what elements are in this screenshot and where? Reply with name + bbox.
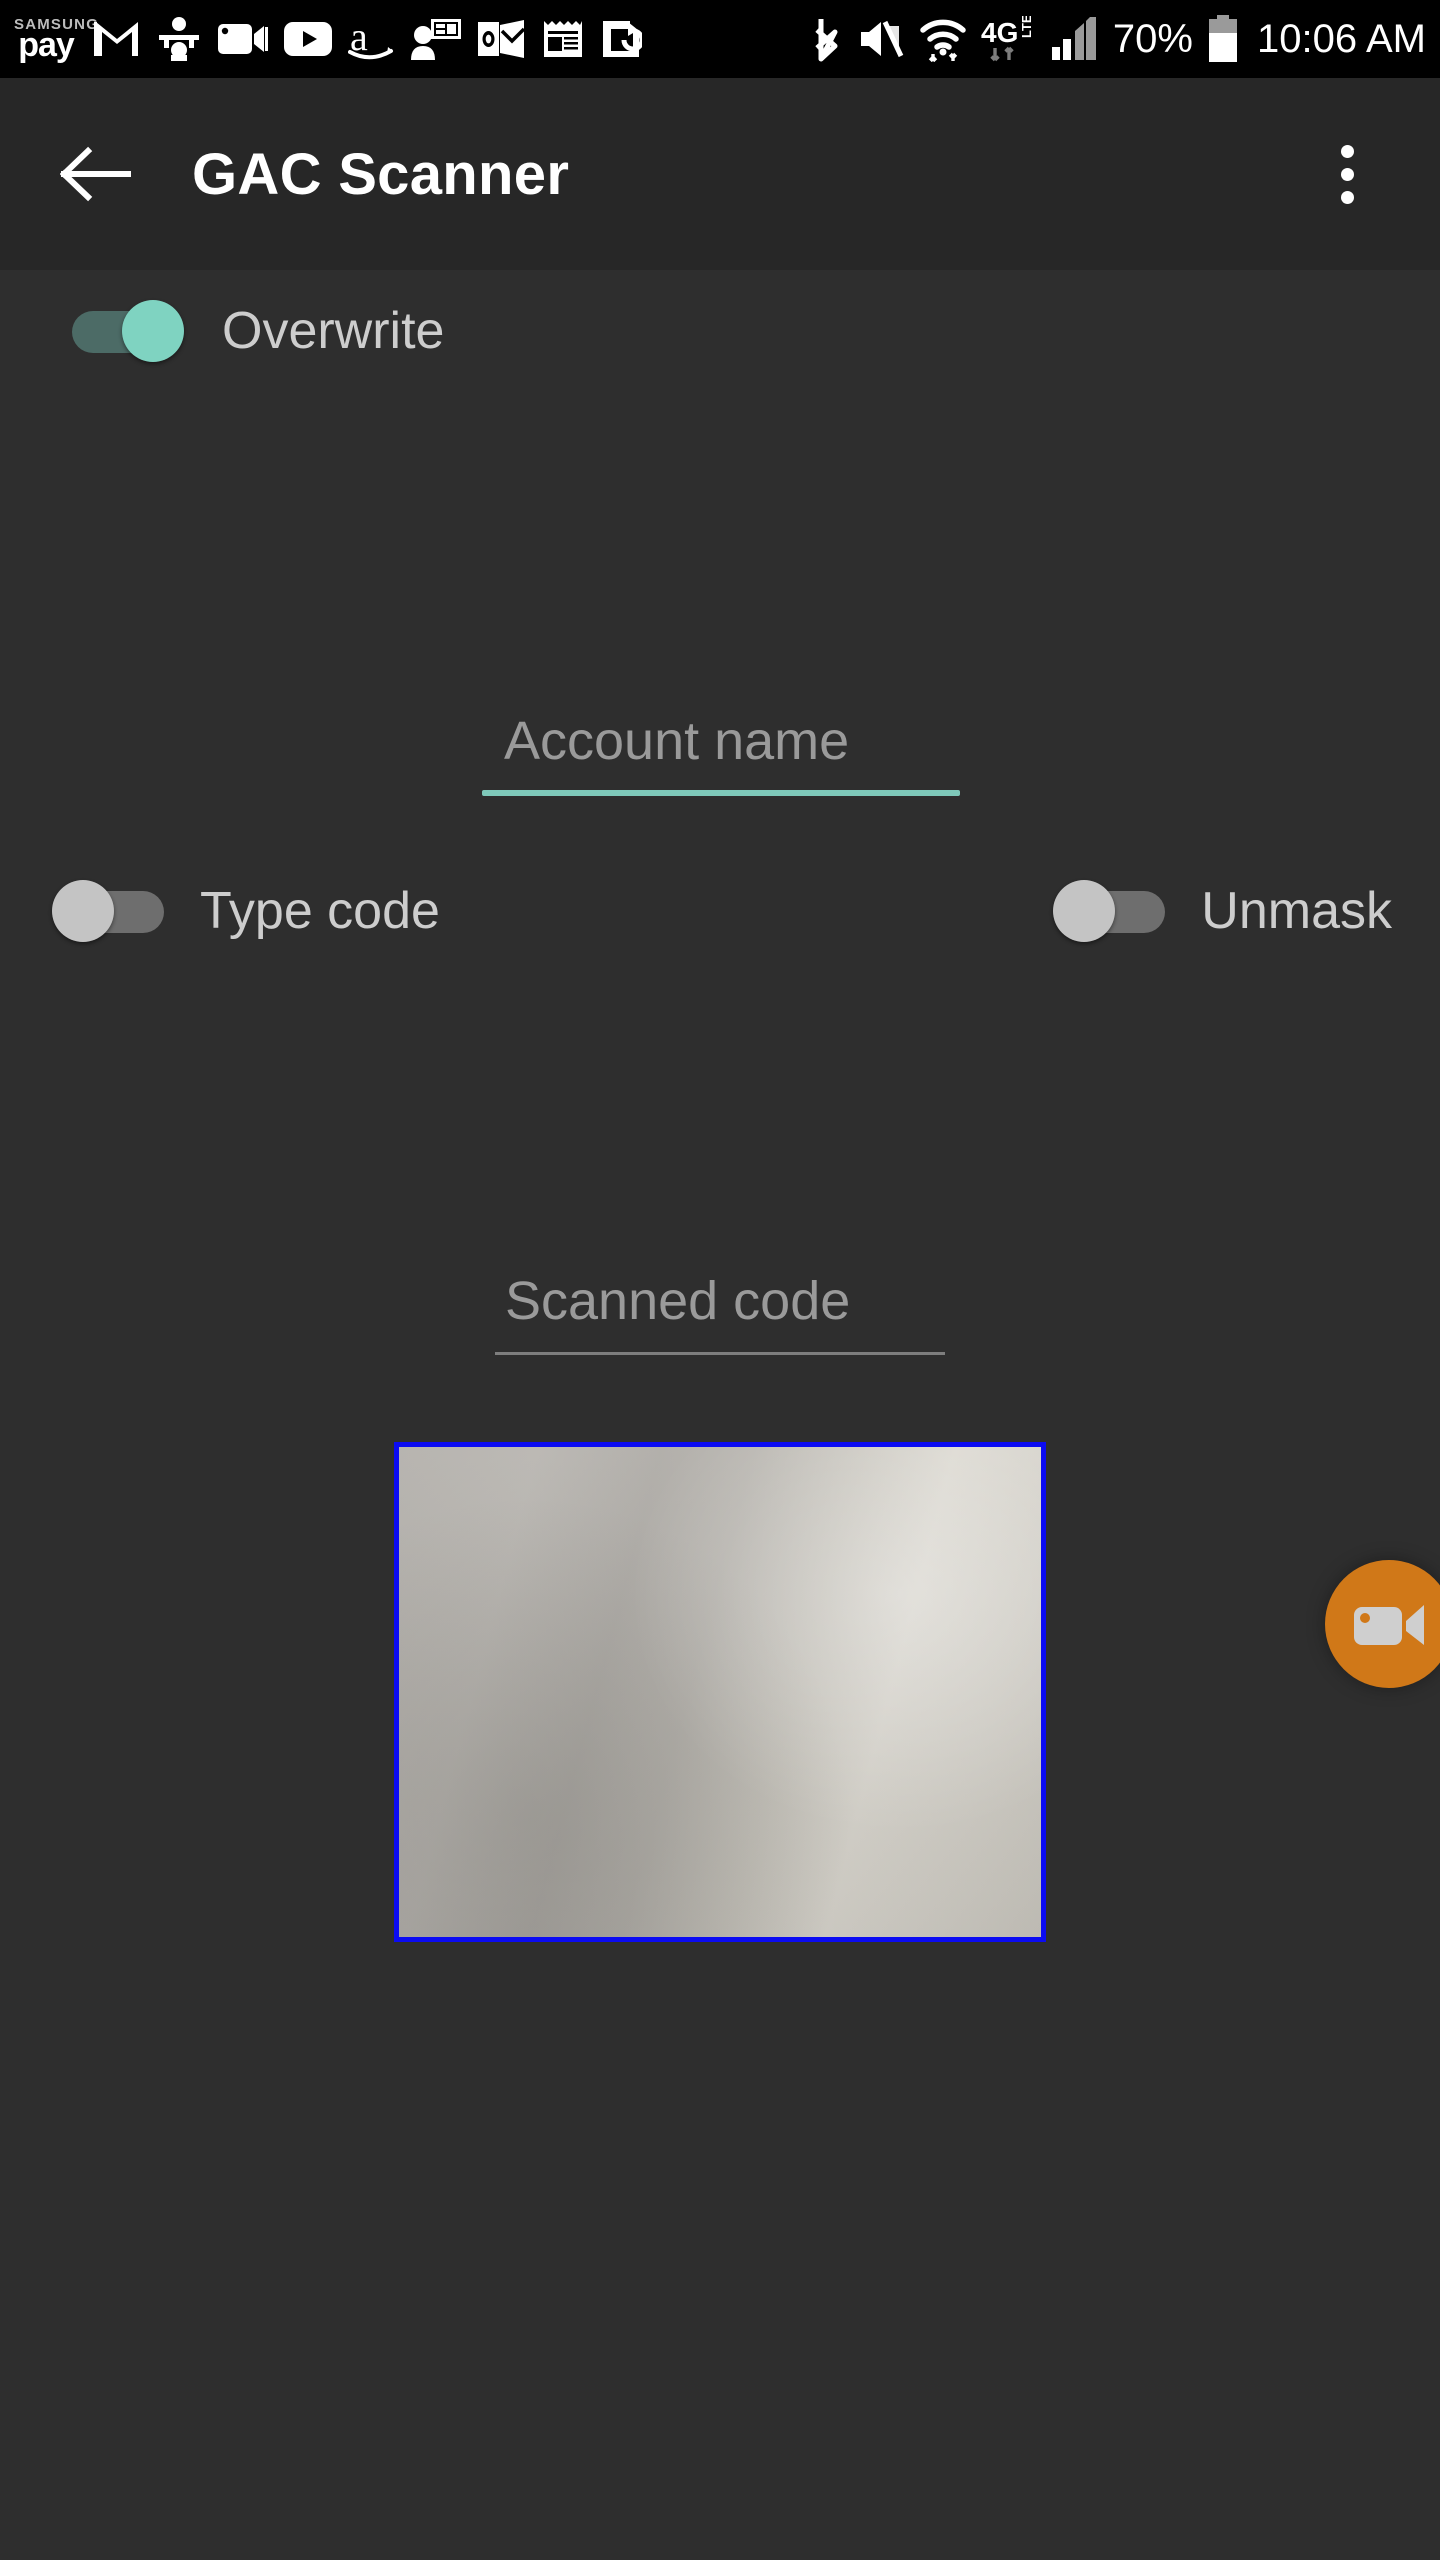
bluetooth-icon: [815, 19, 838, 62]
person-presentation-icon: [411, 19, 461, 60]
battery-percentage: 70%: [1112, 16, 1193, 61]
toggles-row: Type code Unmask: [0, 880, 1440, 942]
main-content: Overwrite Account name Type code Unmask …: [0, 270, 1440, 2560]
samsung-pay-bottom-text: pay: [18, 25, 75, 64]
overflow-dot: [1340, 144, 1354, 158]
svg-text:LTE: LTE: [1019, 16, 1034, 38]
cell-signal-icon: [1051, 17, 1096, 60]
toggle-thumb: [122, 300, 184, 362]
account-name-input[interactable]: Account name: [482, 710, 960, 796]
camera-preview[interactable]: [394, 1442, 1046, 1942]
app-screen: SAMSUNG pay a 4G LTE 70% 10:06 AM GAC Sc…: [0, 0, 1440, 2560]
toggle-thumb: [1053, 880, 1116, 942]
camcorder-icon: [218, 24, 268, 54]
mute-icon: [860, 20, 904, 58]
network-4g-lte-icon: 4G LTE: [981, 16, 1034, 62]
type-code-label: Type code: [200, 882, 440, 940]
gmail-icon: [94, 22, 138, 56]
app-bar: GAC Scanner: [0, 78, 1440, 270]
type-code-group: Type code: [52, 880, 440, 942]
outlook-icon: [478, 20, 526, 58]
overflow-dot: [1340, 167, 1354, 181]
back-arrow-icon: [60, 146, 131, 202]
samsung-pay-icon: SAMSUNG pay: [14, 17, 98, 64]
unmask-group: Unmask: [1053, 880, 1392, 942]
status-bar-notification-icons: SAMSUNG pay a: [14, 17, 642, 62]
youtube-icon: [284, 22, 332, 56]
status-bar-clock: 10:06 AM: [1256, 16, 1426, 61]
toggle-thumb: [52, 880, 114, 942]
screen-rotate-icon: [603, 21, 642, 57]
overflow-dot: [1340, 190, 1354, 204]
camcorder-icon: [1354, 1605, 1424, 1645]
camera-toggle-fab[interactable]: [1325, 1560, 1440, 1688]
receipt-icon: [544, 21, 582, 57]
account-name-underline: [482, 790, 960, 796]
svg-text:4G: 4G: [981, 17, 1018, 48]
overwrite-label: Overwrite: [222, 302, 445, 360]
status-bar: SAMSUNG pay a 4G LTE 70% 10:06 AM: [0, 0, 1440, 78]
overflow-menu-button[interactable]: [1302, 119, 1392, 229]
account-name-placeholder: Account name: [504, 711, 850, 771]
wifi-icon: [920, 19, 966, 62]
amazon-icon: a: [348, 18, 393, 60]
scanned-code-input[interactable]: Scanned code: [495, 1270, 945, 1355]
scanned-code-placeholder: Scanned code: [505, 1271, 851, 1331]
overwrite-toggle[interactable]: [66, 300, 184, 362]
status-bar-system-icons: 4G LTE 70% 10:06 AM: [811, 15, 1426, 63]
scanned-code-underline: [495, 1352, 945, 1355]
share-people-icon: [159, 17, 199, 61]
unmask-label: Unmask: [1201, 882, 1392, 940]
battery-icon: [1208, 15, 1237, 62]
back-button[interactable]: [40, 118, 152, 230]
camera-preview-image: [399, 1447, 1041, 1937]
page-title: GAC Scanner: [192, 141, 570, 207]
overwrite-row: Overwrite: [66, 300, 444, 362]
unmask-toggle[interactable]: [1053, 880, 1171, 942]
type-code-toggle[interactable]: [52, 880, 170, 942]
